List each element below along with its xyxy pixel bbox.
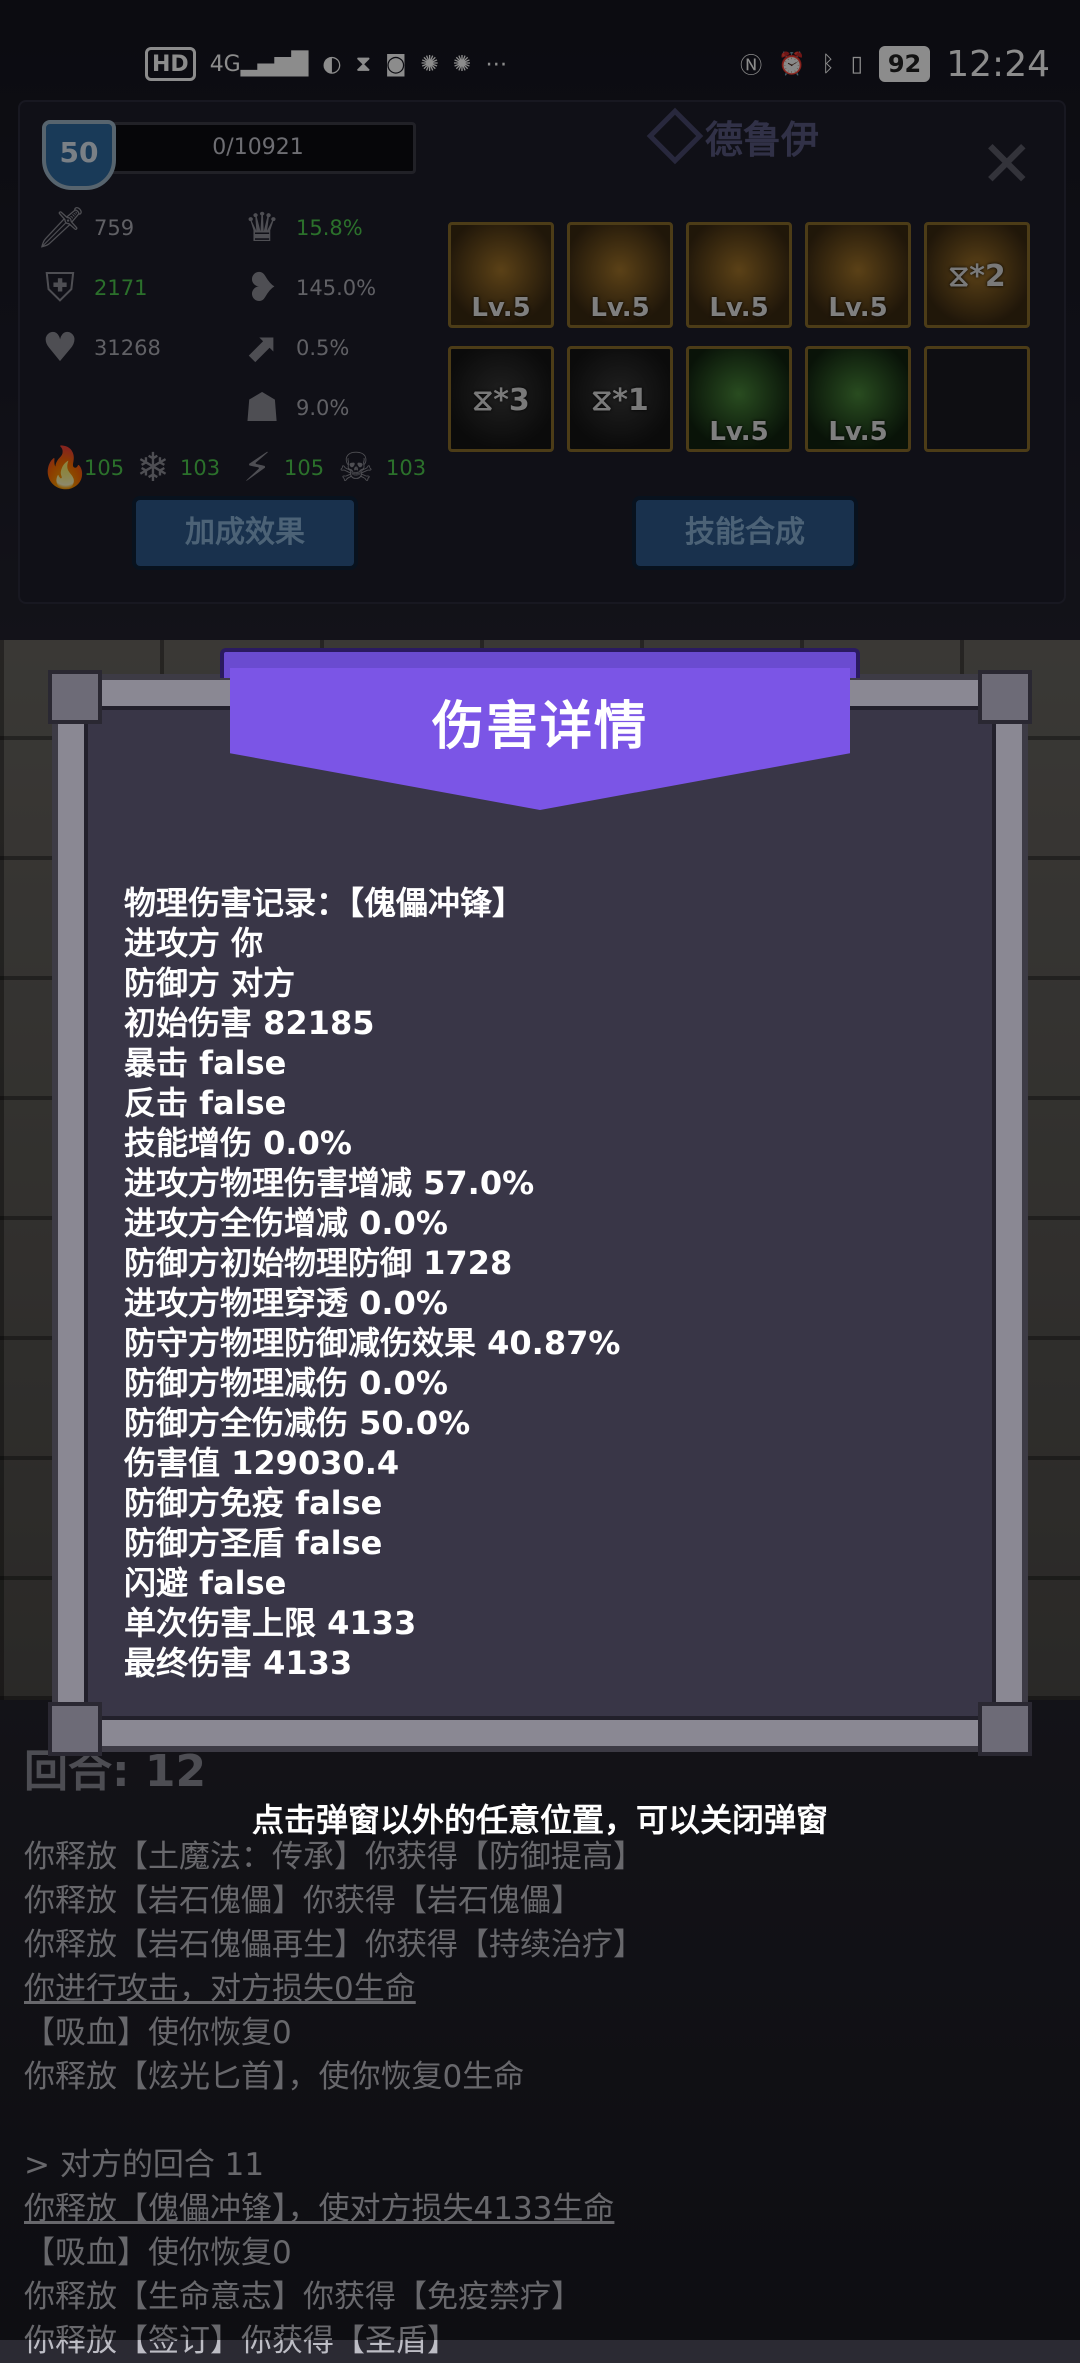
modal-title-banner: 伤害详情 bbox=[220, 648, 860, 810]
detail-line: 单次伤害上限 4133 bbox=[124, 1604, 417, 1642]
detail-line: 最终伤害 4133 bbox=[124, 1644, 353, 1682]
detail-line: 防御方初始物理防御 1728 bbox=[124, 1244, 513, 1282]
modal-corner bbox=[978, 670, 1032, 724]
detail-line: 物理伤害记录：【傀儡冲锋】 bbox=[124, 884, 525, 922]
detail-line: 暴击 false bbox=[124, 1044, 287, 1082]
detail-line: 伤害值 129030.4 bbox=[124, 1444, 400, 1482]
detail-line: 防御方免疫 false bbox=[124, 1484, 383, 1522]
detail-line: 防御方全伤减伤 50.0% bbox=[124, 1404, 471, 1442]
damage-detail-list: 物理伤害记录：【傀儡冲锋】 进攻方 你 防御方 对方 初始伤害 82185 暴击… bbox=[124, 883, 984, 1683]
detail-line: 防御方圣盾 false bbox=[124, 1524, 383, 1562]
modal-corner bbox=[48, 670, 102, 724]
detail-line: 防守方物理防御减伤效果 40.87% bbox=[124, 1324, 621, 1362]
detail-line: 反击 false bbox=[124, 1084, 287, 1122]
detail-line: 技能增伤 0.0% bbox=[124, 1124, 352, 1162]
detail-line: 闪避 false bbox=[124, 1564, 287, 1602]
modal-corner bbox=[978, 1702, 1032, 1756]
close-hint: 点击弹窗以外的任意位置，可以关闭弹窗 bbox=[251, 1801, 828, 1839]
detail-line: 初始伤害 82185 bbox=[124, 1004, 375, 1042]
detail-line: 防御方 对方 bbox=[124, 964, 296, 1002]
detail-line: 进攻方全伤增减 0.0% bbox=[124, 1204, 448, 1242]
detail-line: 防御方物理减伤 0.0% bbox=[124, 1364, 448, 1402]
modal-title: 伤害详情 bbox=[431, 697, 648, 757]
detail-line: 进攻方物理穿透 0.0% bbox=[124, 1284, 448, 1322]
detail-line: 进攻方 你 bbox=[124, 924, 264, 962]
detail-line: 进攻方物理伤害增减 57.0% bbox=[124, 1164, 535, 1202]
modal-corner bbox=[48, 1702, 102, 1756]
